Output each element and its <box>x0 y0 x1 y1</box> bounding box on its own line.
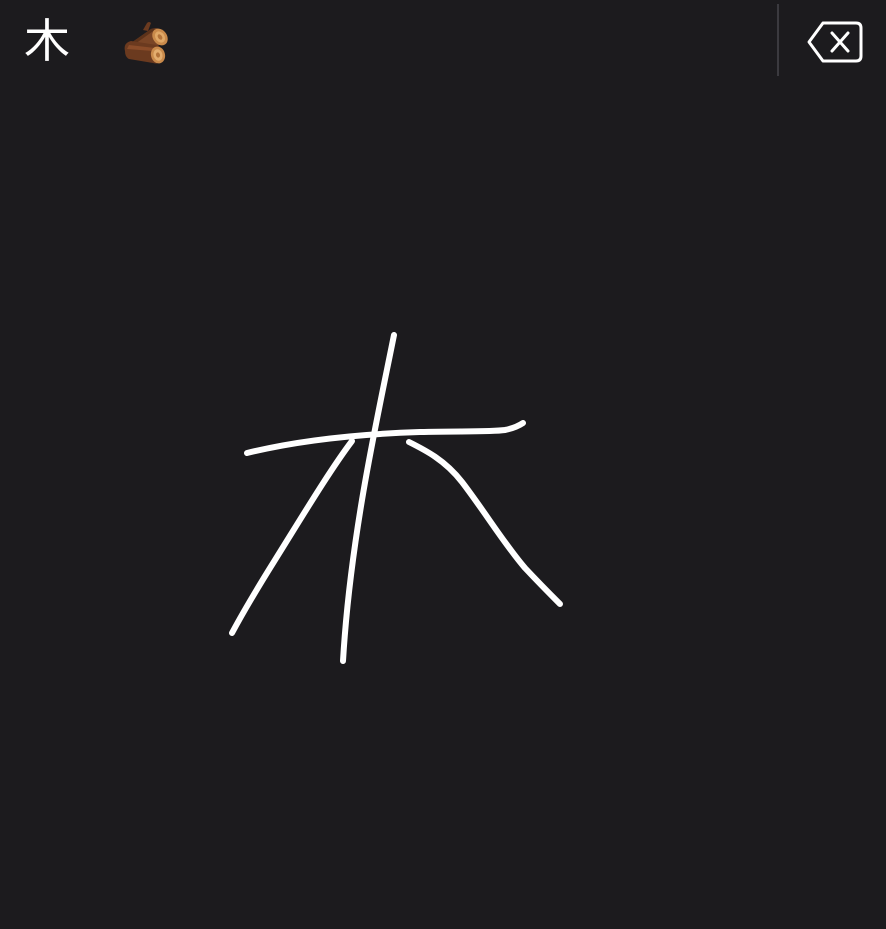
handwritten-strokes <box>229 332 563 664</box>
stroke-left-falling <box>229 438 355 636</box>
stroke-horizontal <box>244 420 526 456</box>
handwriting-canvas[interactable] <box>0 84 886 929</box>
stroke-right-falling <box>406 439 563 607</box>
handwriting-keyboard: 木 <box>0 0 886 929</box>
stroke-vertical <box>340 332 397 664</box>
